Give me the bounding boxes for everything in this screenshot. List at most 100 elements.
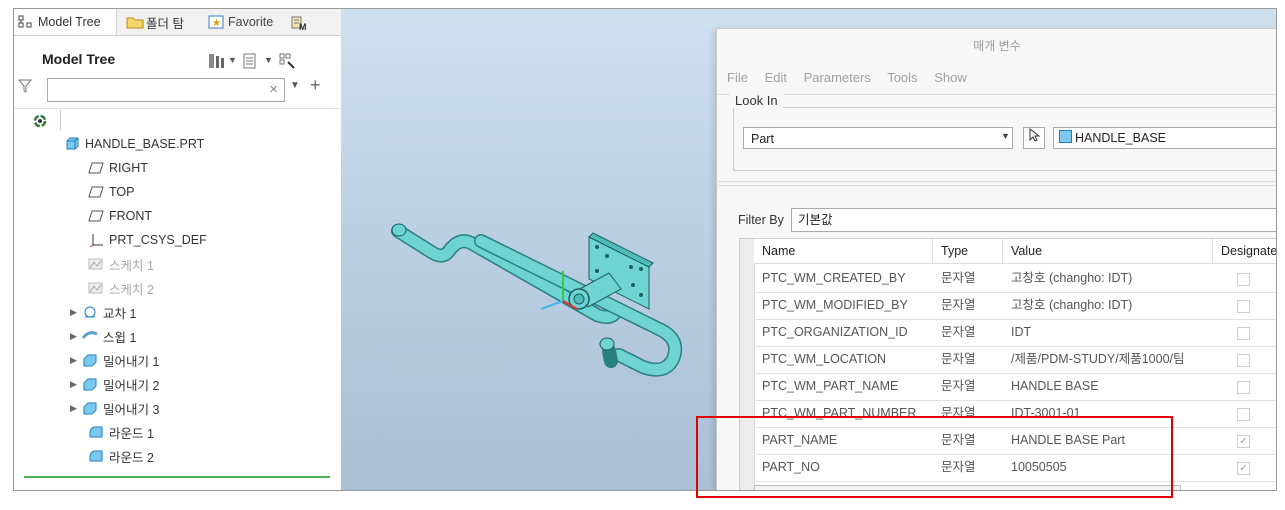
tree-node[interactable]: ▶ 밀어내기 1	[70, 349, 159, 371]
designate-checkbox[interactable]	[1237, 381, 1250, 394]
chevron-down-icon[interactable]: ▼	[264, 55, 273, 65]
chevron-down-icon[interactable]: ▼	[228, 55, 237, 65]
cursor-arrow-icon	[1028, 127, 1041, 145]
designate-checkbox[interactable]: ✓	[1237, 462, 1250, 475]
column-header-type[interactable]: Type	[933, 239, 1003, 264]
tree-node-label: PRT_CSYS_DEF	[109, 233, 207, 247]
tree-node-label: 스케치 1	[109, 258, 154, 273]
divider	[14, 108, 341, 109]
model-tree-panel: Model Tree 폴더 탐 ★ Favorite M Model Tree	[14, 9, 342, 490]
tree-node[interactable]: RIGHT	[88, 157, 148, 179]
tree-node[interactable]: TOP	[88, 181, 134, 203]
tree-node-root[interactable]: HANDLE_BASE.PRT	[64, 133, 204, 155]
tab-favorites[interactable]: ★ Favorite	[204, 9, 280, 35]
select-object-button[interactable]	[1023, 127, 1045, 149]
layers-icon: M	[290, 15, 307, 32]
display-style-icon[interactable]	[279, 53, 297, 72]
expand-arrow-icon[interactable]: ▶	[70, 331, 82, 342]
look-in-label: Look In	[730, 93, 783, 108]
designate-checkbox[interactable]: ✓	[1237, 435, 1250, 448]
favorites-icon: ★	[208, 15, 224, 29]
sketch-icon	[88, 257, 104, 271]
param-value[interactable]: 고창호 (changho: IDT)	[1003, 292, 1213, 319]
extrude-icon	[82, 377, 98, 391]
expand-arrow-icon[interactable]: ▶	[70, 379, 82, 390]
filter-by-select[interactable]: 기본값	[791, 208, 1276, 232]
part-icon	[1059, 130, 1072, 143]
expand-arrow-icon[interactable]: ▶	[70, 307, 82, 318]
svg-text:★: ★	[212, 18, 221, 29]
tree-node[interactable]: 라운드 2	[88, 445, 154, 467]
tree-node[interactable]: 스케치 1	[88, 253, 154, 275]
sketch-icon	[88, 281, 104, 295]
designate-checkbox[interactable]	[1237, 327, 1250, 340]
svg-text:M: M	[299, 22, 306, 31]
tree-node-label: 라운드 2	[109, 450, 154, 465]
tree-node-label: FRONT	[109, 209, 153, 223]
tree-node[interactable]: FRONT	[88, 205, 152, 227]
tree-node-label: 밀어내기 2	[103, 378, 160, 393]
tab-label: Favorite	[228, 15, 274, 29]
column-header-designate[interactable]: Designate	[1213, 239, 1276, 264]
designate-checkbox[interactable]	[1237, 300, 1250, 313]
param-value[interactable]: /제품/PDM-STUDY/제품1000/팀	[1003, 346, 1198, 373]
tree-node[interactable]: 스케치 2	[88, 277, 154, 299]
tree-settings-icon[interactable]	[207, 53, 225, 72]
table-row[interactable]: PTC_WM_CREATED_BY 문자열 고창호 (changho: IDT)	[754, 265, 1276, 293]
param-value[interactable]: HANDLE BASE	[1003, 373, 1213, 400]
param-value[interactable]: IDT	[1003, 319, 1213, 346]
chevron-down-icon[interactable]: ▼	[1001, 131, 1010, 141]
designate-checkbox[interactable]	[1237, 408, 1250, 421]
folder-icon	[126, 15, 144, 29]
tab-layer-icon-button[interactable]: M	[286, 9, 310, 35]
chevron-down-icon[interactable]: ▼	[290, 80, 300, 91]
expand-arrow-icon[interactable]: ▶	[70, 355, 82, 366]
look-in-select[interactable]: Part	[743, 127, 1013, 149]
clear-icon[interactable]: ×	[269, 81, 278, 98]
expand-arrow-icon[interactable]: ▶	[70, 403, 82, 414]
object-name: HANDLE_BASE	[1075, 131, 1167, 145]
regenerate-icon[interactable]	[32, 113, 48, 132]
filter-icon[interactable]	[17, 79, 33, 96]
show-icon[interactable]	[242, 53, 258, 72]
table-row[interactable]: PTC_WM_LOCATION 문자열 /제품/PDM-STUDY/제품1000…	[754, 346, 1276, 374]
table-row[interactable]: PTC_ORGANIZATION_ID 문자열 IDT	[754, 319, 1276, 347]
model-tree-title: Model Tree	[42, 51, 116, 67]
designate-checkbox[interactable]	[1237, 273, 1250, 286]
tree-node[interactable]: ▶ 밀어내기 3	[70, 397, 159, 419]
extrude-icon	[82, 401, 98, 415]
tree-node-label: 교차 1	[103, 306, 137, 321]
tree-node-label: RIGHT	[109, 161, 148, 175]
tree-node[interactable]: ▶ 밀어내기 2	[70, 373, 159, 395]
tree-node[interactable]: PRT_CSYS_DEF	[88, 229, 207, 251]
tree-node[interactable]: ▶ 교차 1	[70, 301, 136, 323]
part-icon	[64, 137, 80, 151]
datum-plane-icon	[88, 209, 104, 223]
tree-node[interactable]: 라운드 1	[88, 421, 154, 443]
param-name: PTC_WM_MODIFIED_BY	[762, 298, 908, 312]
tab-folder-browser[interactable]: 폴더 탐	[122, 9, 200, 35]
tab-model-tree[interactable]: Model Tree	[14, 9, 117, 35]
divider	[716, 181, 1276, 182]
datum-plane-icon	[88, 161, 104, 175]
column-header-name[interactable]: Name	[754, 239, 933, 264]
designate-checkbox[interactable]	[1237, 354, 1250, 367]
filter-by-label: Filter By	[738, 213, 784, 227]
search-input[interactable]: ×	[47, 78, 285, 102]
param-name: PTC_WM_CREATED_BY	[762, 271, 906, 285]
sweep-icon	[81, 329, 98, 343]
param-value[interactable]: 고창호 (changho: IDT)	[1003, 265, 1213, 292]
insert-indicator[interactable]	[24, 476, 330, 478]
param-type: 문자열	[941, 271, 976, 285]
add-icon[interactable]: +	[310, 75, 321, 96]
extrude-icon	[82, 353, 98, 367]
divider	[60, 110, 61, 130]
param-type: 문자열	[941, 298, 976, 312]
table-row[interactable]: PTC_WM_PART_NAME 문자열 HANDLE BASE	[754, 373, 1276, 401]
tree-node[interactable]: ▶ 스윕 1	[70, 325, 136, 347]
param-name: PTC_WM_LOCATION	[762, 352, 887, 366]
tab-label: 폴더 탐	[146, 16, 184, 31]
column-header-value[interactable]: Value	[1003, 239, 1213, 264]
table-row[interactable]: PTC_WM_MODIFIED_BY 문자열 고창호 (changho: IDT…	[754, 292, 1276, 320]
csys-icon	[88, 233, 104, 248]
